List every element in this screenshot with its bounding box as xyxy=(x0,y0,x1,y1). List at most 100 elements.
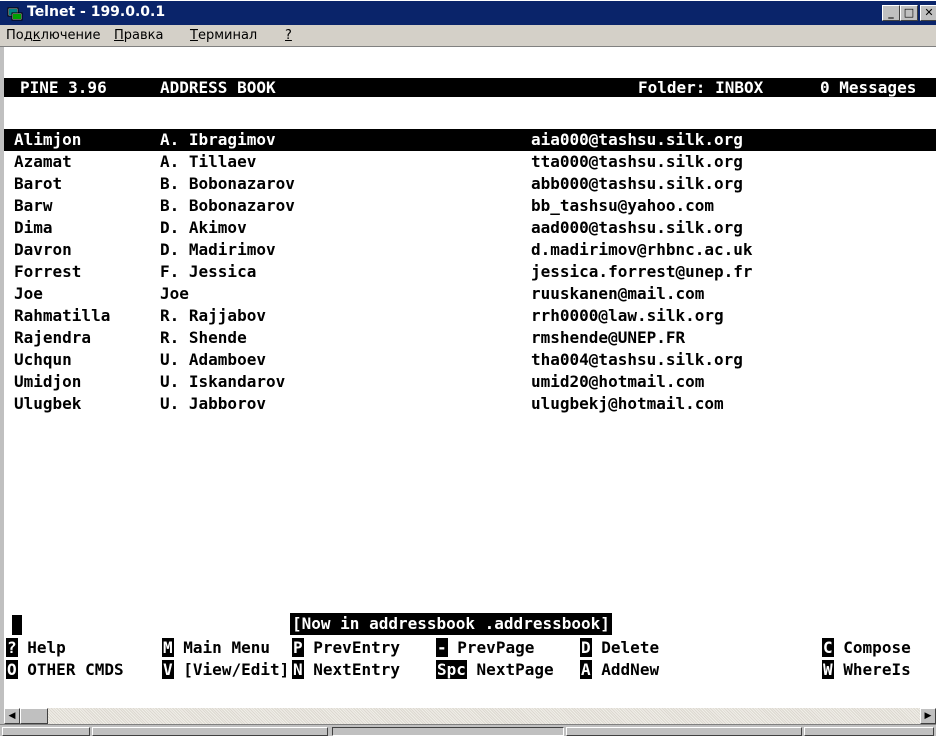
entry-nickname: Alimjon xyxy=(14,130,82,149)
address-entry[interactable]: Davron D. Madirimov d.madirimov@rhbnc.ac.u… xyxy=(4,239,936,261)
menu-help[interactable]: ? xyxy=(285,28,292,43)
address-entry[interactable]: Azamat A. Tillaev tta000@tashsu.silk.org xyxy=(4,151,936,173)
command-addnew[interactable]: A AddNew xyxy=(580,659,659,681)
menu-terminal[interactable]: Терминал xyxy=(190,28,257,43)
title-bar[interactable]: Telnet - 199.0.0.1 _ □ ✕ xyxy=(0,0,936,25)
telnet-app-icon xyxy=(7,7,23,21)
command-key: P xyxy=(292,638,304,657)
command-help[interactable]: ? Help xyxy=(6,637,66,659)
message-count: 0 Messages xyxy=(820,78,917,97)
minimize-icon: _ xyxy=(888,6,894,19)
minimize-button[interactable]: _ xyxy=(882,5,900,21)
command-preventry[interactable]: P PrevEntry xyxy=(292,637,400,659)
command-prevpage[interactable]: - PrevPage xyxy=(436,637,534,659)
entry-fullname: D. Akimov xyxy=(160,218,247,237)
address-entry[interactable]: Joe Joe ruuskanen@mail.com xyxy=(4,283,936,305)
menu-bar: Подключение Правка Терминал ? xyxy=(0,25,936,47)
scroll-left-button[interactable]: ◀ xyxy=(4,708,20,724)
entry-nickname: Umidjon xyxy=(14,372,82,391)
command-label: OTHER CMDS xyxy=(27,660,124,679)
command-key: - xyxy=(436,638,448,657)
menu-edit[interactable]: Правка xyxy=(114,28,163,43)
command-othercmds[interactable]: O OTHER CMDS xyxy=(6,659,124,681)
entry-address: umid20@hotmail.com xyxy=(531,372,705,391)
command-key: N xyxy=(292,660,304,679)
close-icon: ✕ xyxy=(924,6,934,19)
entry-nickname: Barot xyxy=(14,174,63,193)
command-nextentry[interactable]: N NextEntry xyxy=(292,659,400,681)
scroll-right-button[interactable]: ▶ xyxy=(920,708,936,724)
address-entry[interactable]: Dima D. Akimov aad000@tashsu.silk.org xyxy=(4,217,936,239)
maximize-button[interactable]: □ xyxy=(900,5,918,21)
app-version: PINE 3.96 xyxy=(20,78,107,97)
command-label: NextPage xyxy=(476,660,554,679)
taskbar-strip xyxy=(0,724,936,736)
address-entry[interactable]: Rahmatilla R. Rajjabov rrh0000@law.silk.or… xyxy=(4,305,936,327)
command-label: Delete xyxy=(601,638,660,657)
terminal-screen[interactable]: PINE 3.96 ADDRESS BOOK Folder: INBOX 0 M… xyxy=(4,47,936,708)
command-label: [View/Edit] xyxy=(183,660,290,679)
address-entry[interactable]: Barot B. Bobonazarov abb000@tashsu.silk.or… xyxy=(4,173,936,195)
address-entry[interactable]: Ulugbek U. Jabborov ulugbekj@hotmail.com xyxy=(4,393,936,415)
command-key: O xyxy=(6,660,18,679)
entry-nickname: Ulugbek xyxy=(14,394,82,413)
entry-address: ulugbekj@hotmail.com xyxy=(531,394,724,413)
command-label: Compose xyxy=(843,638,911,657)
command-delete[interactable]: D Delete xyxy=(580,637,659,659)
entry-fullname: F. Jessica xyxy=(160,262,257,281)
screen-title: ADDRESS BOOK xyxy=(160,78,276,97)
entry-fullname: U. Jabborov xyxy=(160,394,266,413)
command-label: Help xyxy=(27,638,66,657)
entry-fullname: A. Ibragimov xyxy=(160,130,276,149)
cursor-block xyxy=(12,615,22,635)
menu-connection[interactable]: Подключение xyxy=(6,28,100,43)
status-message: [Now in addressbook .addressbook] xyxy=(290,613,612,635)
entry-fullname: R. Rajjabov xyxy=(160,306,266,325)
command-key: C xyxy=(822,638,834,657)
entry-fullname: B. Bobonazarov xyxy=(160,174,295,193)
entry-address: tha004@tashsu.silk.org xyxy=(531,350,743,369)
address-entry[interactable]: Umidjon U. Iskandarov umid20@hotmail.com xyxy=(4,371,936,393)
entry-nickname: Barw xyxy=(14,196,53,215)
entry-nickname: Forrest xyxy=(14,262,82,281)
command-key: D xyxy=(580,638,592,657)
entry-address: aia000@tashsu.silk.org xyxy=(531,130,743,149)
command-key: Spc xyxy=(436,660,467,679)
entry-nickname: Rajendra xyxy=(14,328,92,347)
address-entry[interactable]: Rajendra R. Shende rmshende@UNEP.FR xyxy=(4,327,936,349)
entry-fullname: R. Shende xyxy=(160,328,247,347)
entry-address: abb000@tashsu.silk.org xyxy=(531,174,743,193)
entry-address: d.madirimov@rhbnc.ac.uk xyxy=(531,240,753,259)
command-whereis[interactable]: W WhereIs xyxy=(822,659,911,681)
command-key: ? xyxy=(6,638,18,657)
close-button[interactable]: ✕ xyxy=(920,5,936,21)
maximize-icon: □ xyxy=(903,6,915,19)
address-entry[interactable]: Alimjon A. Ibragimov aia000@tashsu.silk.or… xyxy=(4,129,936,151)
entry-nickname: Dima xyxy=(14,218,53,237)
entry-nickname: Rahmatilla xyxy=(14,306,111,325)
entry-fullname: Joe xyxy=(160,284,189,303)
entry-address: rmshende@UNEP.FR xyxy=(531,328,686,347)
entry-nickname: Uchqun xyxy=(14,350,72,369)
command-viewedit[interactable]: V [View/Edit] xyxy=(162,659,289,681)
entry-nickname: Azamat xyxy=(14,152,72,171)
entry-address: aad000@tashsu.silk.org xyxy=(531,218,743,237)
address-entry[interactable]: Uchqun U. Adamboev tha004@tashsu.silk.org xyxy=(4,349,936,371)
scroll-thumb[interactable] xyxy=(20,708,48,724)
command-label: AddNew xyxy=(601,660,660,679)
address-entry[interactable]: Barw B. Bobonazarov bb_tashsu@yahoo.com xyxy=(4,195,936,217)
command-label: Main Menu xyxy=(183,638,270,657)
command-compose[interactable]: C Compose xyxy=(822,637,911,659)
arrow-left-icon: ◀ xyxy=(8,711,16,721)
horizontal-scrollbar[interactable]: ◀ ▶ xyxy=(4,708,936,724)
command-label: WhereIs xyxy=(843,660,911,679)
command-key: M xyxy=(162,638,174,657)
command-mainmenu[interactable]: M Main Menu xyxy=(162,637,270,659)
command-nextpage[interactable]: Spc NextPage xyxy=(436,659,554,681)
window-title: Telnet - 199.0.0.1 xyxy=(27,4,166,20)
command-key: W xyxy=(822,660,834,679)
command-key: A xyxy=(580,660,592,679)
address-entry[interactable]: Forrest F. Jessica jessica.forrest@unep.fr xyxy=(4,261,936,283)
entry-address: bb_tashsu@yahoo.com xyxy=(531,196,715,215)
entry-fullname: D. Madirimov xyxy=(160,240,276,259)
